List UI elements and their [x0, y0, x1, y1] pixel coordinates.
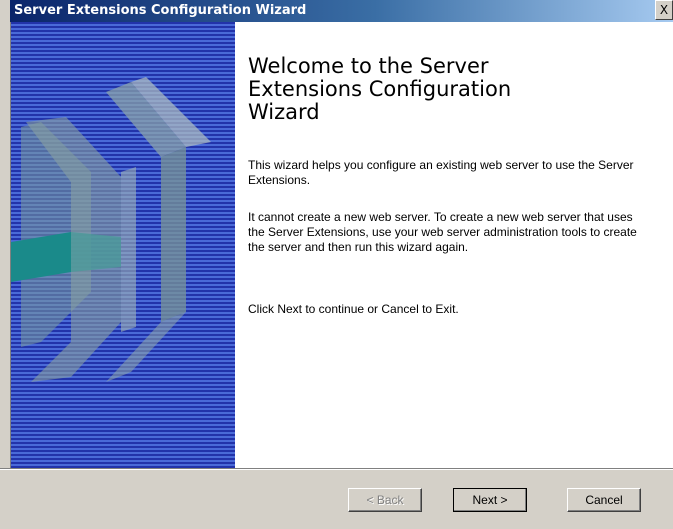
- window-title: Server Extensions Configuration Wizard: [14, 3, 307, 18]
- wizard-side-graphic: [11, 22, 235, 468]
- next-button[interactable]: Next >: [453, 488, 527, 512]
- wizard-logo-graphic: [11, 77, 211, 382]
- window-left-edge: [0, 22, 11, 468]
- cancel-button[interactable]: Cancel: [567, 488, 641, 512]
- close-icon: X: [659, 3, 669, 17]
- limitation-paragraph: It cannot create a new web server. To cr…: [248, 210, 637, 254]
- back-button[interactable]: < Back: [348, 488, 422, 512]
- button-separator: [0, 468, 673, 470]
- instruction-paragraph: Click Next to continue or Cancel to Exit…: [248, 302, 459, 316]
- welcome-heading: Welcome to the Server Extensions Configu…: [248, 54, 512, 124]
- wizard-content: Welcome to the Server Extensions Configu…: [235, 22, 673, 468]
- title-bar[interactable]: Server Extensions Configuration Wizard X: [10, 0, 673, 22]
- intro-paragraph: This wizard helps you configure an exist…: [248, 158, 634, 187]
- wizard-window: Server Extensions Configuration Wizard X…: [0, 0, 673, 529]
- close-button[interactable]: X: [655, 0, 673, 20]
